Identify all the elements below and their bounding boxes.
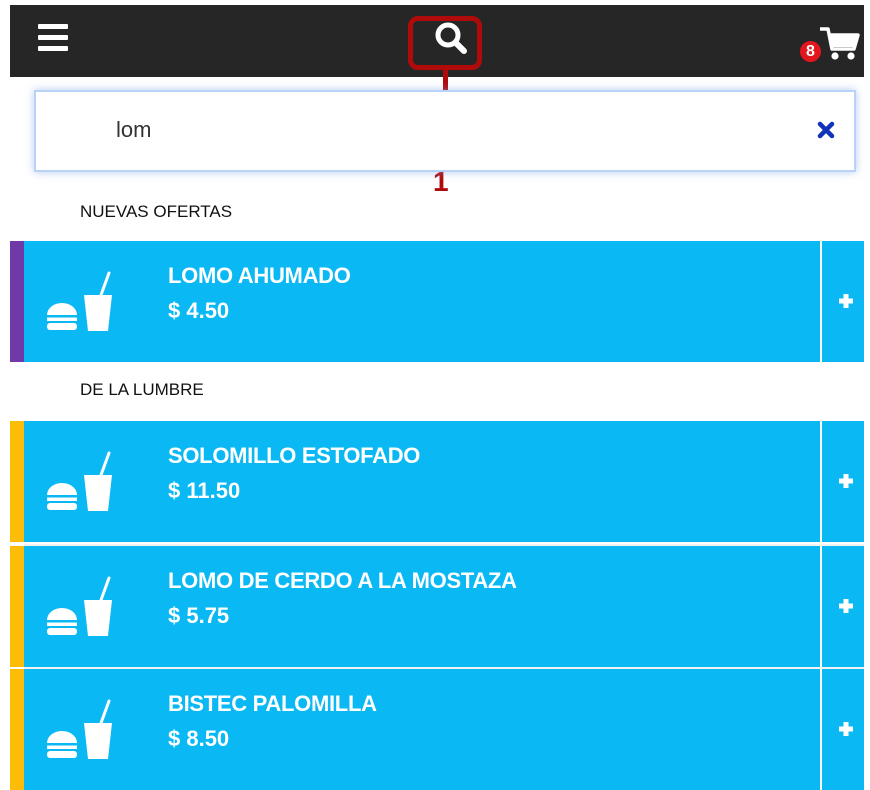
plus-icon [839,722,853,736]
menu-item[interactable]: LOMO AHUMADO $ 4.50 [10,241,864,362]
search-box [34,90,856,172]
search-input[interactable] [116,117,756,143]
add-to-cart-button[interactable] [822,669,864,790]
plus-icon [839,294,853,308]
hamburger-menu-icon[interactable] [38,24,68,56]
add-to-cart-button[interactable] [822,421,864,542]
menu-item[interactable]: SOLOMILLO ESTOFADO $ 11.50 [10,421,864,542]
close-icon[interactable] [816,120,836,140]
burger-drink-icon [46,699,132,761]
callout-number: 1 [433,166,449,197]
plus-icon [839,599,853,613]
menu-item[interactable]: BISTEC PALOMILLA $ 8.50 [10,669,864,790]
cart-count-badge: 8 [800,41,821,62]
item-name: LOMO DE CERDO A LA MOSTAZA [168,568,517,593]
item-name: LOMO AHUMADO [168,263,351,288]
add-to-cart-button[interactable] [822,241,864,362]
plus-icon [839,474,853,488]
category-stripe [10,421,24,542]
burger-drink-icon [46,271,132,333]
cart-icon[interactable] [816,25,862,65]
item-name: BISTEC PALOMILLA [168,691,377,716]
item-price: $ 8.50 [168,726,230,751]
item-price: $ 5.75 [168,603,230,628]
menu-item[interactable]: LOMO DE CERDO A LA MOSTAZA $ 5.75 [10,546,864,667]
category-stripe [10,669,24,790]
search-highlight-box [408,16,482,70]
burger-drink-icon [46,451,132,513]
category-stripe [10,546,24,667]
item-name: SOLOMILLO ESTOFADO [168,443,421,468]
burger-drink-icon [46,576,132,638]
section-label-nuevas-ofertas: NUEVAS OFERTAS [80,202,233,221]
item-price: $ 11.50 [168,478,241,503]
add-to-cart-button[interactable] [822,546,864,667]
item-price: $ 4.50 [168,298,230,323]
section-label-de-la-lumbre: DE LA LUMBRE [80,380,204,399]
category-stripe [10,241,24,362]
